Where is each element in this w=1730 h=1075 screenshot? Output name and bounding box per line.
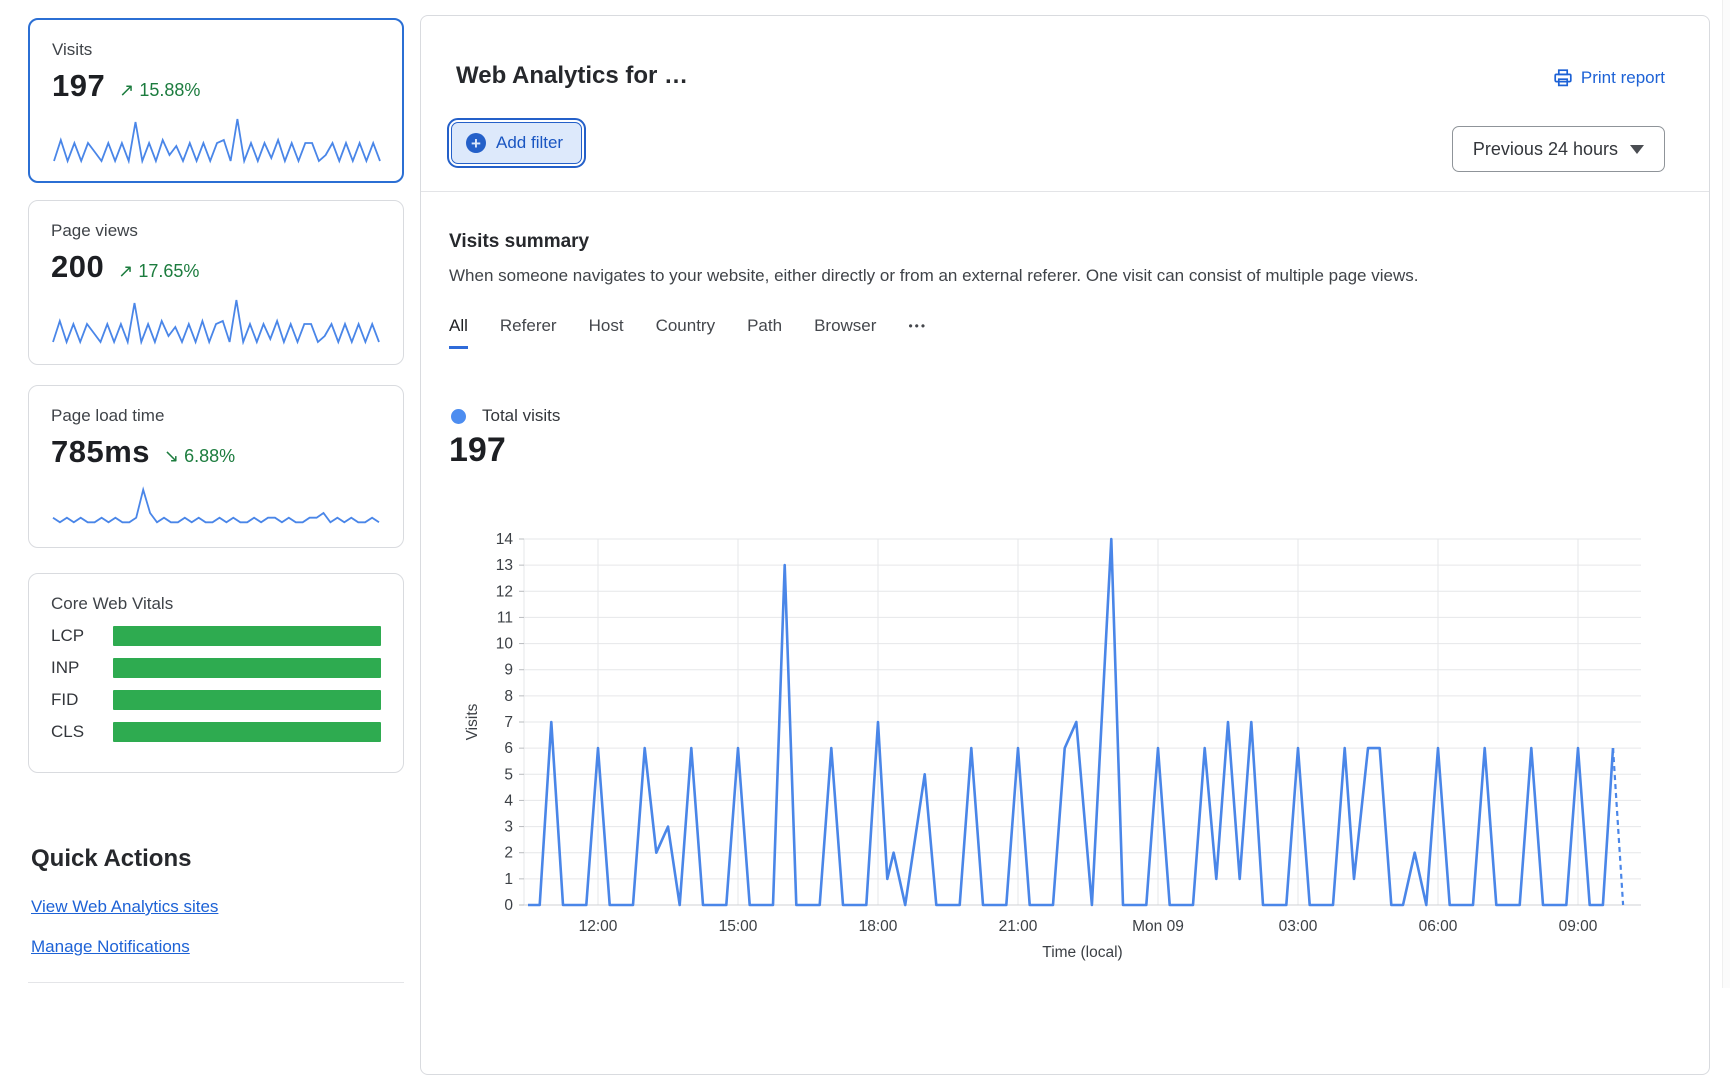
tab-path[interactable]: Path xyxy=(747,316,782,349)
visits-chart: 12:00 15:00 18:00 21:00 Mon 09 03:00 06:00 09:0… xyxy=(461,521,1701,996)
svg-text:18:00: 18:00 xyxy=(859,918,898,935)
manage-notifications-link[interactable]: Manage Notifications xyxy=(31,937,190,957)
dimension-tabs: All Referer Host Country Path Browser ••… xyxy=(449,316,927,349)
header-divider xyxy=(421,191,1709,192)
vital-label: LCP xyxy=(51,626,113,646)
tab-all[interactable]: All xyxy=(449,316,468,349)
vital-label: CLS xyxy=(51,722,113,742)
trend-up-arrow-icon: ↗ xyxy=(119,80,134,100)
svg-text:Visits: Visits xyxy=(464,703,481,740)
metric-card-value: 200 xyxy=(51,249,104,285)
view-web-analytics-sites-link[interactable]: View Web Analytics sites xyxy=(31,897,218,917)
svg-text:10: 10 xyxy=(496,636,514,653)
trend-percent: 6.88% xyxy=(184,446,235,466)
print-report-label: Print report xyxy=(1581,68,1665,88)
trend-down-indicator: ↘ 6.88% xyxy=(164,446,235,467)
page-views-sparkline xyxy=(51,295,381,345)
svg-text:09:00: 09:00 xyxy=(1559,918,1598,935)
visits-summary-title: Visits summary xyxy=(449,231,589,253)
svg-text:15:00: 15:00 xyxy=(719,918,758,935)
vital-label: FID xyxy=(51,690,113,710)
add-filter-button[interactable]: + Add filter xyxy=(451,122,582,164)
vital-row-cls: CLS xyxy=(51,722,381,742)
time-range-dropdown[interactable]: Previous 24 hours xyxy=(1452,126,1665,172)
trend-percent: 17.65% xyxy=(138,261,199,281)
time-range-value: Previous 24 hours xyxy=(1473,139,1618,160)
svg-text:12: 12 xyxy=(496,583,513,600)
web-analytics-panel: Web Analytics for … Print report + Add f… xyxy=(420,15,1710,1075)
svg-text:6: 6 xyxy=(504,740,513,757)
trend-percent: 15.88% xyxy=(139,80,200,100)
svg-text:Time (local): Time (local) xyxy=(1042,944,1122,961)
svg-text:3: 3 xyxy=(504,819,513,836)
svg-text:03:00: 03:00 xyxy=(1279,918,1318,935)
svg-text:9: 9 xyxy=(504,662,513,679)
metric-card-label: Visits xyxy=(52,40,380,60)
svg-text:13: 13 xyxy=(496,557,513,574)
svg-text:1: 1 xyxy=(504,871,513,888)
printer-icon xyxy=(1553,68,1573,88)
svg-text:2: 2 xyxy=(504,845,513,862)
metric-card-label: Page views xyxy=(51,221,381,241)
metric-card-value: 197 xyxy=(52,68,105,104)
svg-text:11: 11 xyxy=(497,609,513,626)
legend-label: Total visits xyxy=(482,406,560,426)
svg-text:5: 5 xyxy=(504,766,513,783)
page-load-sparkline xyxy=(51,480,381,530)
svg-text:0: 0 xyxy=(504,897,513,914)
plus-circle-icon: + xyxy=(466,133,486,153)
page-title: Web Analytics for … xyxy=(456,62,688,90)
chevron-down-icon xyxy=(1630,145,1644,154)
sidebar-divider xyxy=(28,982,404,983)
trend-up-indicator: ↗ 15.88% xyxy=(119,80,200,101)
vital-label: INP xyxy=(51,658,113,678)
svg-text:Mon 09: Mon 09 xyxy=(1132,918,1184,935)
metric-card-value: 785ms xyxy=(51,434,150,470)
metric-card-page-load-time[interactable]: Page load time 785ms ↘ 6.88% xyxy=(28,385,404,548)
tab-host[interactable]: Host xyxy=(589,316,624,349)
scrollbar-track[interactable] xyxy=(1722,0,1730,988)
total-visits-value: 197 xyxy=(449,431,506,470)
visits-chart-svg: 12:00 15:00 18:00 21:00 Mon 09 03:00 06:00 09:0… xyxy=(461,521,1701,991)
vital-row-lcp: LCP xyxy=(51,626,381,646)
chart-legend: Total visits xyxy=(451,406,560,426)
vital-row-inp: INP xyxy=(51,658,381,678)
print-report-link[interactable]: Print report xyxy=(1553,68,1665,88)
quick-actions-title: Quick Actions xyxy=(31,845,191,873)
svg-text:4: 4 xyxy=(504,792,513,809)
vital-bar-lcp xyxy=(113,626,381,646)
core-web-vitals-card: Core Web Vitals LCP INP FID CLS xyxy=(28,573,404,773)
visits-summary-description: When someone navigates to your website, … xyxy=(449,266,1629,286)
metric-card-visits[interactable]: Visits 197 ↗ 15.88% xyxy=(28,18,404,183)
core-web-vitals-title: Core Web Vitals xyxy=(51,594,381,614)
tab-referer[interactable]: Referer xyxy=(500,316,557,349)
metric-card-label: Page load time xyxy=(51,406,381,426)
visits-sparkline xyxy=(52,114,382,164)
vital-bar-cls xyxy=(113,722,381,742)
tabs-overflow-ellipsis-icon[interactable]: ••• xyxy=(908,319,927,346)
svg-text:06:00: 06:00 xyxy=(1419,918,1458,935)
svg-text:14: 14 xyxy=(496,531,514,548)
trend-up-indicator: ↗ 17.65% xyxy=(118,261,199,282)
vital-bar-fid xyxy=(113,690,381,710)
tab-browser[interactable]: Browser xyxy=(814,316,876,349)
legend-dot-icon xyxy=(451,409,466,424)
svg-text:8: 8 xyxy=(504,688,513,705)
add-filter-label: Add filter xyxy=(496,133,563,153)
svg-text:7: 7 xyxy=(504,714,513,731)
svg-text:21:00: 21:00 xyxy=(999,918,1038,935)
trend-down-arrow-icon: ↘ xyxy=(164,446,179,466)
vital-row-fid: FID xyxy=(51,690,381,710)
vital-bar-inp xyxy=(113,658,381,678)
tab-country[interactable]: Country xyxy=(656,316,716,349)
trend-up-arrow-icon: ↗ xyxy=(118,261,133,281)
metric-card-page-views[interactable]: Page views 200 ↗ 17.65% xyxy=(28,200,404,365)
svg-text:12:00: 12:00 xyxy=(579,918,618,935)
